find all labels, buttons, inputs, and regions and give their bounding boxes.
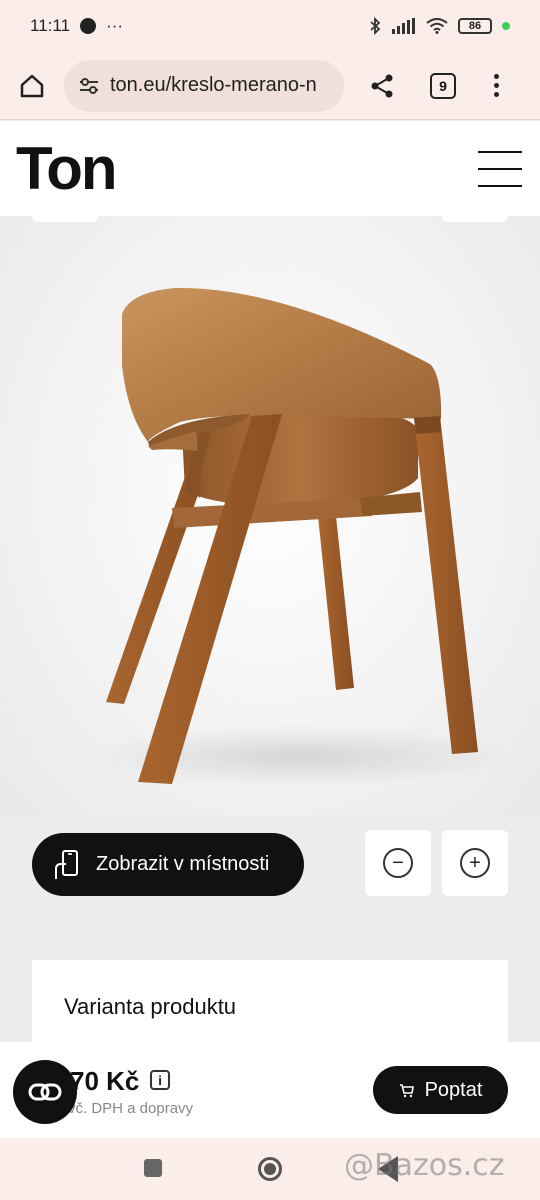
product-variant-card[interactable]: Varianta produktu xyxy=(32,960,508,1042)
hamburger-menu-button[interactable] xyxy=(478,150,524,187)
chat-button[interactable] xyxy=(13,1060,77,1124)
gallery-tab-right xyxy=(442,216,508,222)
tab-switcher-button[interactable]: 9 xyxy=(430,72,456,99)
link-icon xyxy=(28,1083,62,1101)
site-header: Ton xyxy=(0,121,540,216)
price-note: vč. DPH a dopravy xyxy=(68,1100,194,1117)
status-bar: 11:11 ··· 86 xyxy=(0,0,540,52)
zoom-out-button[interactable]: − xyxy=(365,830,431,896)
product-image-viewer[interactable] xyxy=(0,216,540,816)
ar-phone-icon xyxy=(55,849,78,879)
status-right: 86 xyxy=(368,17,510,35)
url-text: ton.eu/kreslo-merano-n xyxy=(110,74,317,96)
inquire-label: Poptat xyxy=(424,1078,483,1101)
share-button[interactable] xyxy=(364,68,400,104)
status-more: ··· xyxy=(106,16,124,35)
cart-icon xyxy=(399,1084,414,1098)
variant-title: Varianta produktu xyxy=(64,994,237,1019)
view-in-room-label: Zobrazit v místnosti xyxy=(96,853,270,875)
browser-menu-button[interactable] xyxy=(486,68,506,104)
share-icon xyxy=(371,74,393,97)
zoom-in-button[interactable]: + xyxy=(442,830,508,896)
recents-button[interactable] xyxy=(144,1159,162,1177)
chair-image xyxy=(90,287,510,786)
view-in-room-button[interactable]: Zobrazit v místnosti xyxy=(32,833,304,896)
watermark: @Bazos.cz xyxy=(344,1148,505,1183)
minus-icon: − xyxy=(383,848,413,878)
wifi-icon xyxy=(426,18,448,34)
info-icon[interactable]: i xyxy=(150,1070,170,1090)
inquire-button[interactable]: Poptat xyxy=(373,1066,508,1114)
plus-icon: + xyxy=(460,848,490,878)
home-icon xyxy=(20,74,44,97)
address-bar[interactable]: ton.eu/kreslo-merano-n xyxy=(64,59,344,112)
site-settings-icon xyxy=(80,77,98,94)
bluetooth-icon xyxy=(370,17,381,35)
status-left: 11:11 ··· xyxy=(30,16,123,36)
signal-icon xyxy=(392,18,415,34)
battery-icon: 86 xyxy=(458,18,492,34)
price-value: 70 Kč xyxy=(70,1066,140,1096)
home-nav-button[interactable] xyxy=(258,1157,282,1181)
ton-logo[interactable]: Ton xyxy=(16,134,117,203)
status-time: 11:11 xyxy=(30,16,71,35)
browser-toolbar: ton.eu/kreslo-merano-n 9 xyxy=(0,52,540,120)
home-button[interactable] xyxy=(14,68,50,104)
gallery-tab-left xyxy=(32,216,98,222)
privacy-dot xyxy=(502,22,510,30)
messenger-icon xyxy=(80,18,97,34)
